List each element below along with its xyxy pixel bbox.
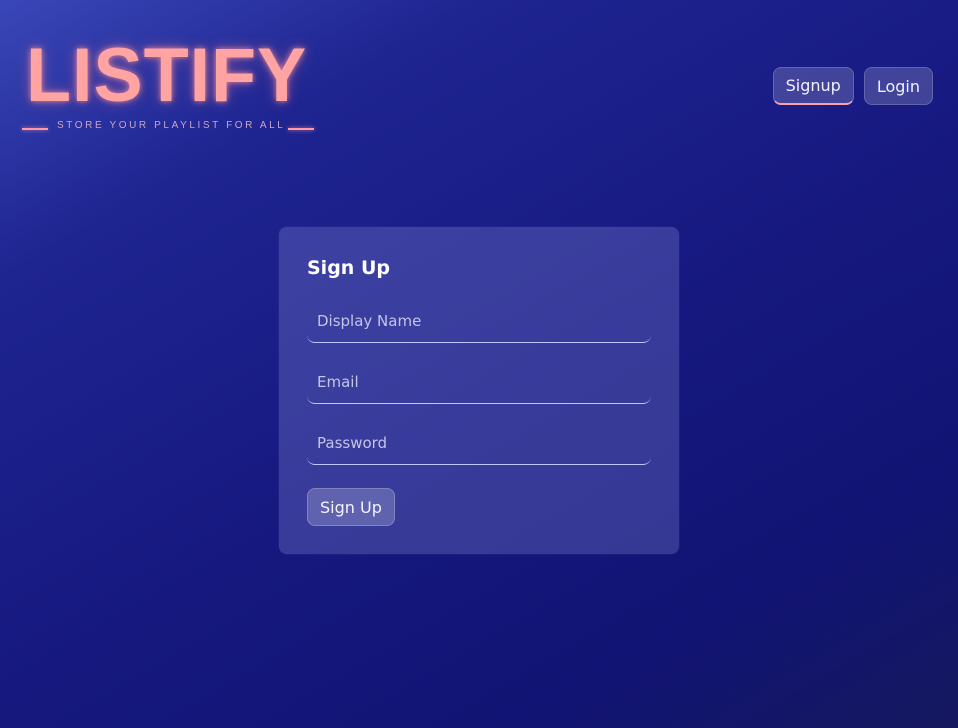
logo: LISTIFY STORE YOUR PLAYLIST FOR ALL xyxy=(22,38,318,134)
nav-login-button[interactable]: Login xyxy=(863,67,933,105)
nav-signup-button[interactable]: Signup xyxy=(772,67,854,105)
signup-form: Sign Up Sign Up xyxy=(279,227,679,554)
logo-divider-left xyxy=(22,128,48,130)
password-input[interactable] xyxy=(307,421,651,464)
logo-divider-right xyxy=(288,128,314,130)
email-field xyxy=(307,360,651,404)
logo-title: LISTIFY xyxy=(26,33,308,118)
sign-up-button[interactable]: Sign Up xyxy=(307,488,395,526)
display-name-input[interactable] xyxy=(307,299,651,342)
logo-tagline: STORE YOUR PLAYLIST FOR ALL xyxy=(57,120,286,131)
top-nav: Signup Login xyxy=(772,67,933,105)
email-input[interactable] xyxy=(307,360,651,403)
form-title: Sign Up xyxy=(307,257,390,279)
password-field xyxy=(307,421,651,465)
display-name-field xyxy=(307,299,651,343)
